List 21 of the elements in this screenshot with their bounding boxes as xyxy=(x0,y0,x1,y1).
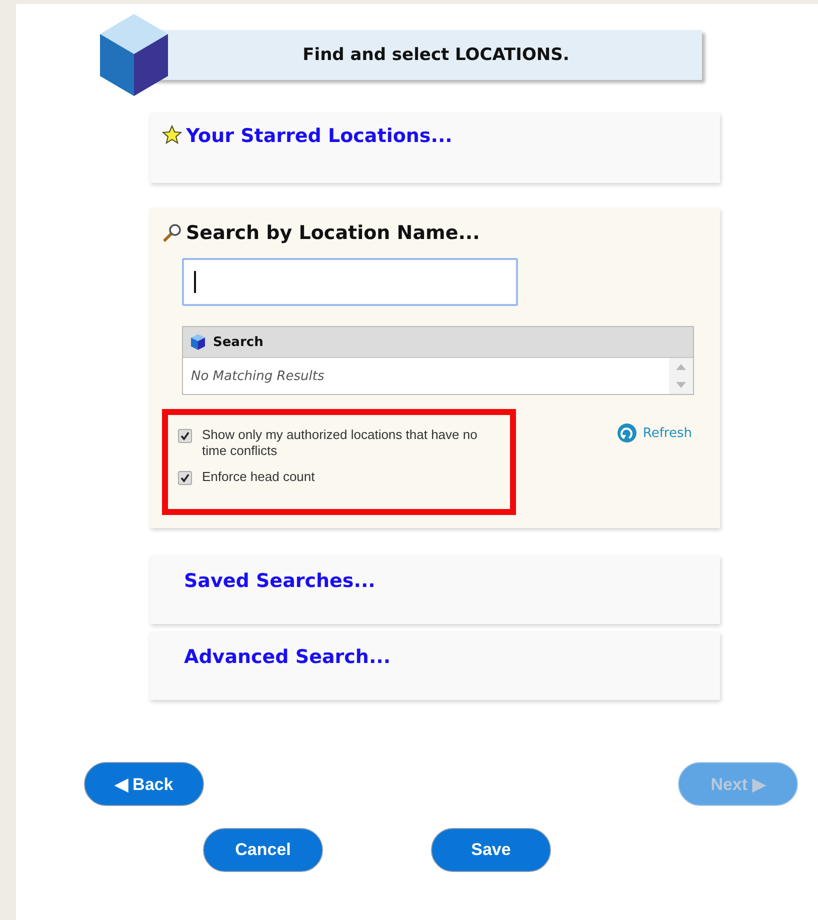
star-icon xyxy=(162,125,182,145)
refresh-icon[interactable] xyxy=(616,423,637,443)
results-header: Search xyxy=(183,327,693,358)
cube-icon xyxy=(191,334,205,350)
action-button[interactable]: Cancel xyxy=(203,828,323,872)
checkbox[interactable] xyxy=(178,471,192,485)
nav-button[interactable]: ◀ Back xyxy=(84,762,204,806)
empty-results-text: No Matching Results xyxy=(190,368,324,384)
section-link[interactable]: Saved Searches... xyxy=(184,570,376,592)
checkbox-label: Enforce head count xyxy=(202,469,316,485)
refresh-link[interactable]: Refresh xyxy=(642,426,692,440)
action-button[interactable]: Save xyxy=(431,828,551,872)
checkbox[interactable] xyxy=(178,429,192,443)
scrollbar[interactable] xyxy=(669,358,693,394)
location-name-field[interactable] xyxy=(182,258,518,306)
cube-icon xyxy=(100,14,168,96)
section-link[interactable]: Advanced Search... xyxy=(184,646,391,668)
magnifier-icon xyxy=(162,223,182,243)
starred-locations-link[interactable]: Your Starred Locations... xyxy=(186,125,452,147)
checkbox-label: Show only my authorized locations that have no time conflicts xyxy=(202,427,478,459)
section-heading: Search by Location Name... xyxy=(186,222,480,244)
